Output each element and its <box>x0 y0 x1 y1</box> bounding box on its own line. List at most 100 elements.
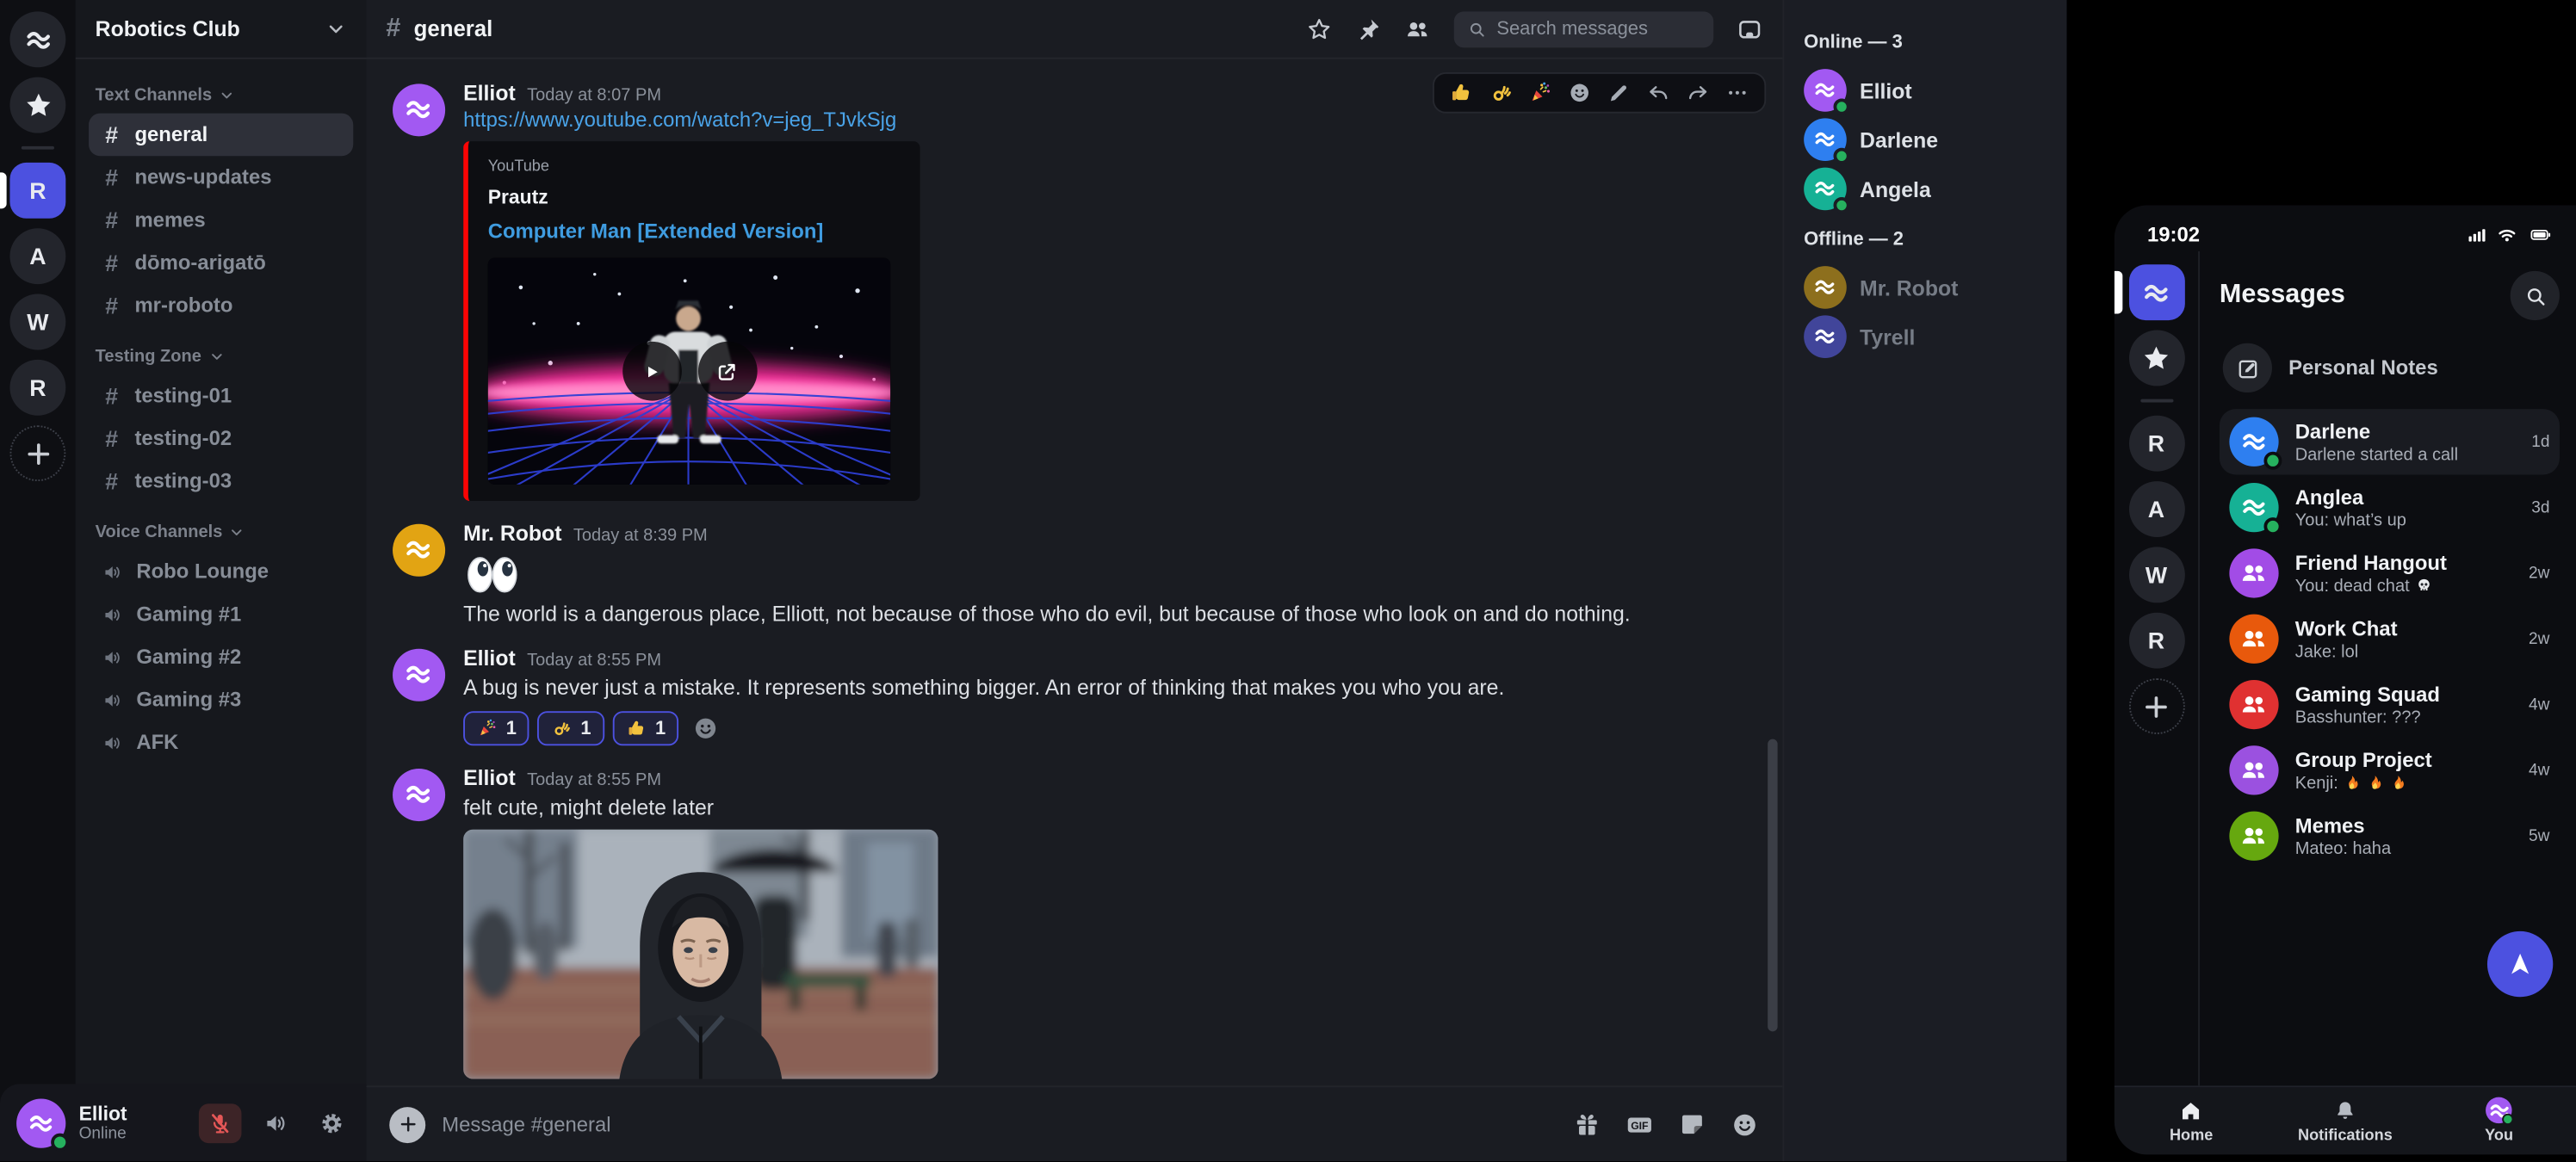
channel-item-news-updates[interactable]: #news-updates <box>89 156 353 199</box>
phone-app: 19:02 RAWR Messages Personal Notes Darle… <box>2115 206 2576 1155</box>
edit-message-button[interactable] <box>1607 80 1632 105</box>
message-input[interactable] <box>442 1113 1556 1136</box>
conversation-row[interactable]: DarleneDarlene started a call1d <box>2220 409 2560 474</box>
channel-item-afk[interactable]: AFK <box>89 721 353 764</box>
avatar <box>1804 118 1847 161</box>
message-author[interactable]: Elliot <box>463 646 516 671</box>
channel-item-testing-02[interactable]: #testing-02 <box>89 417 353 460</box>
server-header[interactable]: Robotics Club <box>76 0 367 59</box>
message-link[interactable]: https://www.youtube.com/watch?v=jeg_TJvk… <box>463 108 920 132</box>
channel-name: dōmo-arigatō <box>134 251 265 275</box>
conversation-row[interactable]: MemesMateo: haha5w <box>2220 803 2560 868</box>
favorites-button[interactable] <box>2128 331 2184 386</box>
channel-item-general[interactable]: #general <box>89 114 353 157</box>
speaker-icon <box>102 561 123 583</box>
server-icon-a[interactable]: A <box>9 228 65 284</box>
personal-notes-item[interactable]: Personal Notes <box>2220 343 2560 392</box>
play-button[interactable] <box>622 342 681 401</box>
member-list-icon[interactable] <box>1404 15 1431 42</box>
gif-picker-icon[interactable] <box>1625 1109 1654 1139</box>
mute-microphone-button[interactable] <box>199 1103 242 1142</box>
add-server-button[interactable] <box>9 425 65 481</box>
more-actions-button[interactable] <box>1725 80 1750 105</box>
member-row[interactable]: Darlene <box>1804 115 2047 164</box>
member-row[interactable]: Angela <box>1804 164 2047 213</box>
nav-item-notifications[interactable]: Notifications <box>2269 1087 2423 1154</box>
search-box[interactable] <box>1454 10 1713 46</box>
channel-item-testing-01[interactable]: #testing-01 <box>89 374 353 417</box>
message-author[interactable]: Elliot <box>463 80 516 105</box>
thumbs-up-emoji-button[interactable] <box>1449 80 1474 105</box>
server-icon-r[interactable]: R <box>2128 613 2184 669</box>
add-reaction-button[interactable] <box>1567 80 1592 105</box>
conversation-row[interactable]: Group ProjectKenji:4w <box>2220 738 2560 803</box>
channel-section-header[interactable]: Testing Zone <box>96 347 347 367</box>
embed-title-link[interactable]: Computer Man [Extended Version] <box>488 220 901 244</box>
phone-search-button[interactable] <box>2511 271 2560 320</box>
deafen-button[interactable] <box>255 1103 298 1142</box>
panel-toggle-icon[interactable] <box>1737 15 1763 42</box>
server-icon-r[interactable]: R <box>9 163 65 219</box>
sticker-picker-icon[interactable] <box>1677 1109 1706 1139</box>
favorites-button[interactable] <box>9 77 65 133</box>
app-logo-button[interactable] <box>2128 264 2184 320</box>
member-row[interactable]: Elliot <box>1804 65 2047 114</box>
forward-button[interactable] <box>1686 80 1711 105</box>
channel-section-header[interactable]: Voice Channels <box>96 522 347 542</box>
add-server-button[interactable] <box>2128 678 2184 734</box>
avatar[interactable] <box>393 649 445 702</box>
server-icon-a[interactable]: A <box>2128 481 2184 537</box>
channel-item-d-mo-arigat-[interactable]: #dōmo-arigatō <box>89 241 353 284</box>
favorite-channel-icon[interactable] <box>1306 15 1333 42</box>
open-external-button[interactable] <box>697 342 757 401</box>
member-row[interactable]: Tyrell <box>1804 312 2047 362</box>
conversation-row[interactable]: Friend HangoutYou: dead chat2w <box>2220 541 2560 606</box>
channel-item-gaming-3[interactable]: Gaming #3 <box>89 678 353 721</box>
message-author[interactable]: Elliot <box>463 765 516 790</box>
nav-item-you[interactable]: You <box>2422 1087 2576 1154</box>
member-row[interactable]: Mr. Robot <box>1804 263 2047 312</box>
conversation-row[interactable]: Gaming SquadBasshunter: ???4w <box>2220 671 2560 737</box>
party-popper-emoji-button[interactable] <box>1528 80 1553 105</box>
conversation-row[interactable]: Work ChatJake: lol2w <box>2220 606 2560 671</box>
emoji-picker-icon[interactable] <box>1730 1109 1759 1139</box>
reaction-pill-okhand[interactable]: 1 <box>538 711 604 745</box>
reaction-pill-thumbsup[interactable]: 1 <box>612 711 678 745</box>
search-icon <box>2523 283 2548 308</box>
ok-hand-emoji-button[interactable] <box>1489 80 1514 105</box>
channel-item-memes[interactable]: #memes <box>89 199 353 242</box>
user-avatar[interactable] <box>16 1098 65 1147</box>
server-icon-w[interactable]: W <box>2128 547 2184 603</box>
channel-item-robo-lounge[interactable]: Robo Lounge <box>89 550 353 593</box>
settings-button[interactable] <box>311 1103 354 1142</box>
wifi-icon <box>2495 224 2518 247</box>
message-author[interactable]: Mr. Robot <box>463 521 561 546</box>
reaction-pill-party[interactable]: 1 <box>463 711 529 745</box>
attach-button[interactable] <box>389 1106 425 1142</box>
nav-item-home[interactable]: Home <box>2115 1087 2269 1154</box>
channel-item-gaming-2[interactable]: Gaming #2 <box>89 635 353 678</box>
clock: 19:02 <box>2147 224 2200 247</box>
gift-icon[interactable] <box>1572 1109 1601 1139</box>
channel-item-testing-03[interactable]: #testing-03 <box>89 460 353 503</box>
message-image[interactable] <box>463 830 938 1079</box>
search-input[interactable] <box>1496 19 1700 39</box>
channel-item-mr-roboto[interactable]: #mr-roboto <box>89 284 353 327</box>
avatar[interactable] <box>393 524 445 577</box>
video-thumbnail[interactable] <box>488 258 890 485</box>
server-icon-r[interactable]: R <box>9 360 65 416</box>
app-logo-button[interactable] <box>9 11 65 67</box>
server-icon-w[interactable]: W <box>9 294 65 350</box>
channel-section-header[interactable]: Text Channels <box>96 85 347 105</box>
personal-notes-label: Personal Notes <box>2288 356 2438 380</box>
channel-item-gaming-1[interactable]: Gaming #1 <box>89 593 353 636</box>
server-icon-r[interactable]: R <box>2128 416 2184 472</box>
new-message-fab[interactable] <box>2487 931 2553 997</box>
chat-scrollbar[interactable] <box>1768 739 1777 1032</box>
avatar[interactable] <box>393 769 445 821</box>
avatar[interactable] <box>393 83 445 136</box>
reply-button[interactable] <box>1646 80 1671 105</box>
add-reaction-button[interactable] <box>692 714 720 742</box>
conversation-row[interactable]: AngleaYou: what’s up3d <box>2220 474 2560 540</box>
pinned-messages-icon[interactable] <box>1355 15 1382 42</box>
